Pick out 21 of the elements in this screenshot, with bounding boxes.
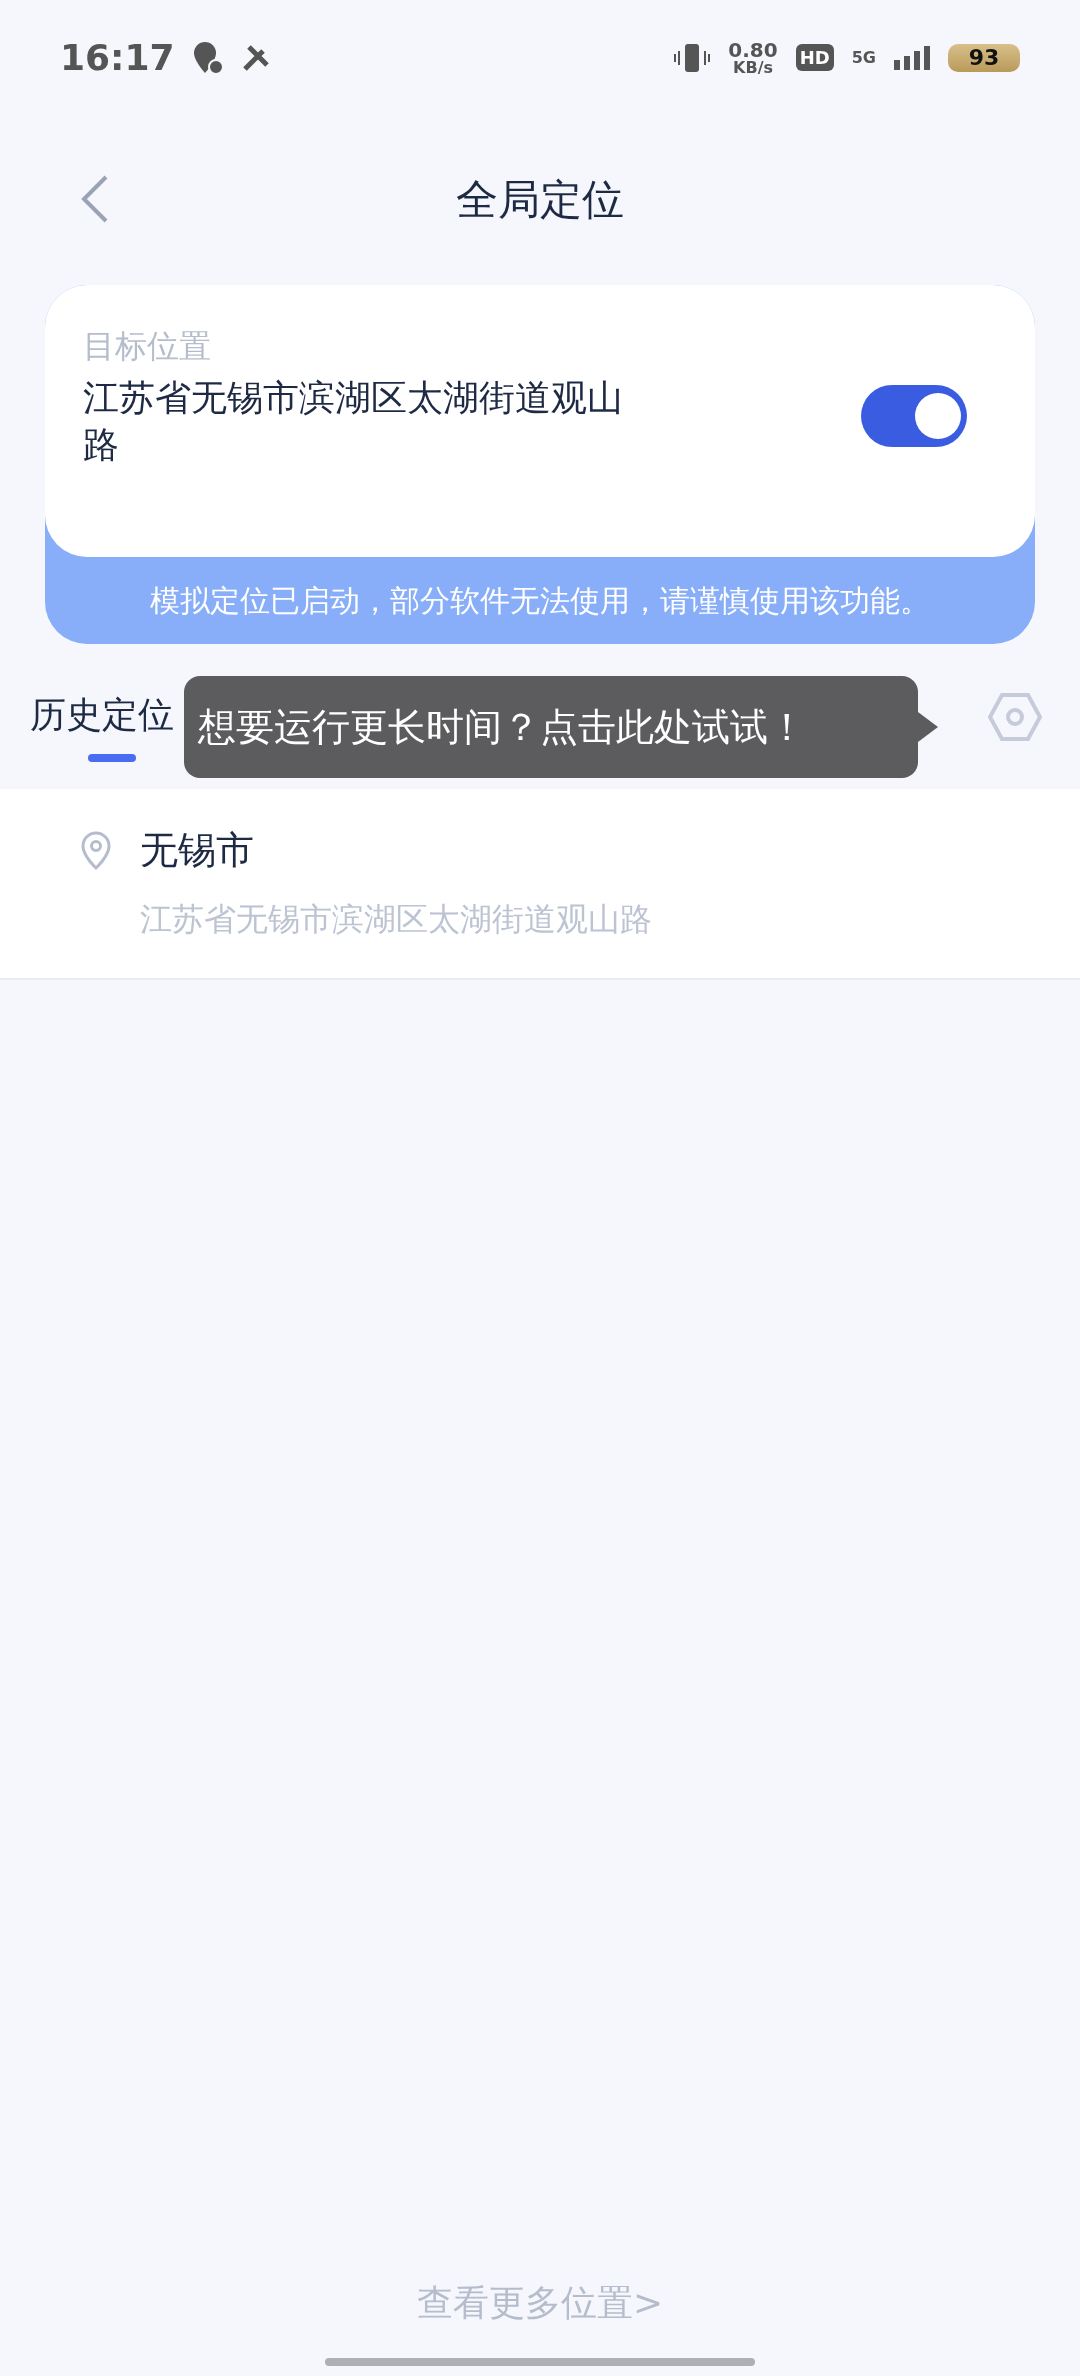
network-speed: 0.80	[728, 39, 778, 60]
network-type: 5G	[851, 48, 876, 67]
battery-level: 93	[948, 43, 1020, 72]
target-address: 江苏省无锡市滨湖区太湖街道观山路	[83, 376, 624, 467]
tooltip[interactable]: 想要运行更长时间？点击此处试试！	[184, 676, 918, 778]
history-name[interactable]: 无锡市	[140, 825, 1080, 876]
page-title: 全局定位	[456, 174, 624, 226]
tooltip-text: 想要运行更长时间？点击此处试试！	[198, 703, 806, 751]
speed-unit: KB/s	[733, 59, 773, 76]
settings-icon[interactable]	[988, 692, 1042, 742]
signal-icon	[894, 45, 930, 70]
tab[interactable]: 历史定位	[30, 671, 174, 762]
location-pin-icon	[80, 830, 112, 871]
vibrate-icon	[674, 41, 711, 74]
hd-badge: HD	[795, 44, 834, 71]
history-address: 江苏省无锡市滨湖区太湖街道观山路	[140, 899, 653, 940]
target-label: 目标位置	[83, 326, 212, 367]
location-alert-icon	[192, 40, 223, 75]
tooltip-pointer	[918, 712, 938, 742]
notice-text: 模拟定位已启动，部分软件无法使用，请谨慎使用该功能。	[149, 582, 931, 620]
status-time: 16:17	[60, 37, 175, 78]
